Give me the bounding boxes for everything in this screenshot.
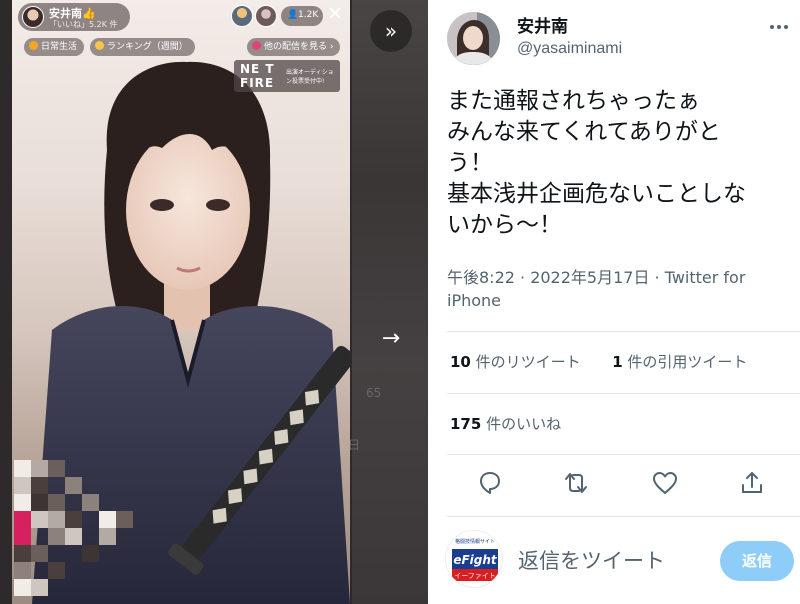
mosaic-cell (14, 460, 31, 477)
mosaic-cell (65, 477, 82, 494)
divider (447, 516, 800, 517)
logo-top-text: 格闘技情報サイト (455, 538, 495, 545)
user-handle[interactable]: @yasaiminami (517, 40, 622, 58)
mosaic-cell (48, 494, 65, 511)
tag-ranking[interactable]: ランキング（週間） (90, 38, 195, 56)
person-icon: 👤 (287, 10, 299, 20)
divider (447, 331, 800, 332)
like-heart-icon[interactable] (650, 468, 680, 498)
tweet-text: また通報されちゃったぁ みんな来てくれてありがと う！ 基本浅井企画危ないことし… (447, 86, 792, 241)
mosaic-cell (31, 460, 48, 477)
retweet-icon[interactable] (561, 468, 591, 498)
more-options-icon[interactable] (766, 14, 792, 40)
tweet-text-line: みんな来てくれてありがと (447, 119, 721, 145)
mosaic-cell (48, 528, 65, 545)
mosaic-cell (65, 511, 82, 528)
reply-icon[interactable] (475, 468, 505, 498)
background-strip (352, 0, 428, 604)
tag-other-streams[interactable]: 他の配信を見る › (247, 38, 341, 56)
streamer-info-pill[interactable]: 安井南👍 「いいね」5.2K 件 (18, 3, 130, 31)
viewer-avatar (255, 5, 277, 27)
forward-button[interactable]: » (370, 10, 412, 52)
mosaic-cell (99, 511, 116, 528)
share-icon[interactable] (737, 468, 767, 498)
blurred-comments-mosaic (14, 460, 134, 600)
mosaic-cell (82, 494, 99, 511)
tag-daily-life[interactable]: 日常生活 (24, 38, 85, 56)
tweet-text-line: 基本浅井企画危ないことしな (447, 181, 746, 207)
mosaic-cell (14, 494, 31, 511)
ghost-text-1: 65 (366, 386, 382, 400)
mosaic-cell (99, 528, 116, 545)
mosaic-cell (31, 579, 48, 596)
efight-logo: 格闘技情報サイト eFight イーファイト (445, 530, 503, 588)
stream-likes-text: 「いいね」5.2K 件 (49, 20, 118, 29)
likes-stats[interactable]: 175 件のいいね (450, 413, 561, 434)
mosaic-cell (65, 528, 82, 545)
next-arrow-button[interactable]: → (370, 318, 412, 360)
user-avatar[interactable] (447, 12, 500, 65)
retweet-stats[interactable]: 10 件のリツイート 1 件の引用ツイート (450, 351, 747, 372)
mosaic-cell (14, 511, 31, 528)
logo-bottom-text: イーファイト (454, 572, 496, 580)
mosaic-cell (48, 562, 65, 579)
divider (447, 454, 800, 455)
mosaic-cell (14, 477, 31, 494)
thumb-icon (95, 41, 104, 50)
viewer-avatar (231, 5, 253, 27)
display-name[interactable]: 安井南 (517, 12, 568, 37)
logo-main-text: eFight (453, 553, 498, 567)
mosaic-cell (14, 545, 31, 562)
retweets-count: 10 (450, 353, 471, 371)
likes-count: 175 (450, 415, 482, 433)
tweet-text-line: う！ (447, 150, 493, 176)
mosaic-cell (14, 528, 31, 545)
mosaic-cell (31, 511, 48, 528)
tweet-text-line: いから〜！ (447, 212, 562, 238)
viewer-count-pill[interactable]: 👤 1.2K (281, 6, 323, 26)
quotes-count: 1 (612, 353, 623, 371)
sun-icon (29, 41, 38, 50)
next-fire-banner[interactable]: NE T FIRE 出演オーディション投票受付中! (234, 60, 340, 92)
live-stream-panel: 65 日 安井南👍 「いいね」5.2K 件 👤 1.2K ✕ 日常生活 ランキン… (0, 0, 428, 604)
mosaic-cell (31, 545, 48, 562)
streamer-avatar (22, 6, 44, 28)
mosaic-cell (14, 579, 31, 596)
viewer-count: 1.2K (298, 10, 319, 20)
mosaic-cell (31, 494, 48, 511)
tweet-panel: 安井南 @yasaiminami また通報されちゃったぁ みんな来てくれてありが… (428, 0, 800, 604)
tweet-text-line: また通報されちゃったぁ (447, 88, 700, 114)
mosaic-cell (82, 545, 99, 562)
close-stream-button[interactable]: ✕ (327, 4, 343, 24)
divider (447, 393, 800, 394)
tweet-timestamp[interactable]: 午後8:22 · 2022年5月17日 · Twitter for iPhone (447, 266, 787, 312)
mosaic-cell (48, 511, 65, 528)
mosaic-cell (116, 511, 133, 528)
mosaic-cell (14, 562, 31, 579)
mosaic-cell (31, 477, 48, 494)
mosaic-cell (48, 460, 65, 477)
heart-box-icon (252, 41, 261, 50)
reply-input[interactable]: 返信をツイート (518, 545, 665, 575)
reply-button[interactable]: 返信 (720, 541, 794, 581)
